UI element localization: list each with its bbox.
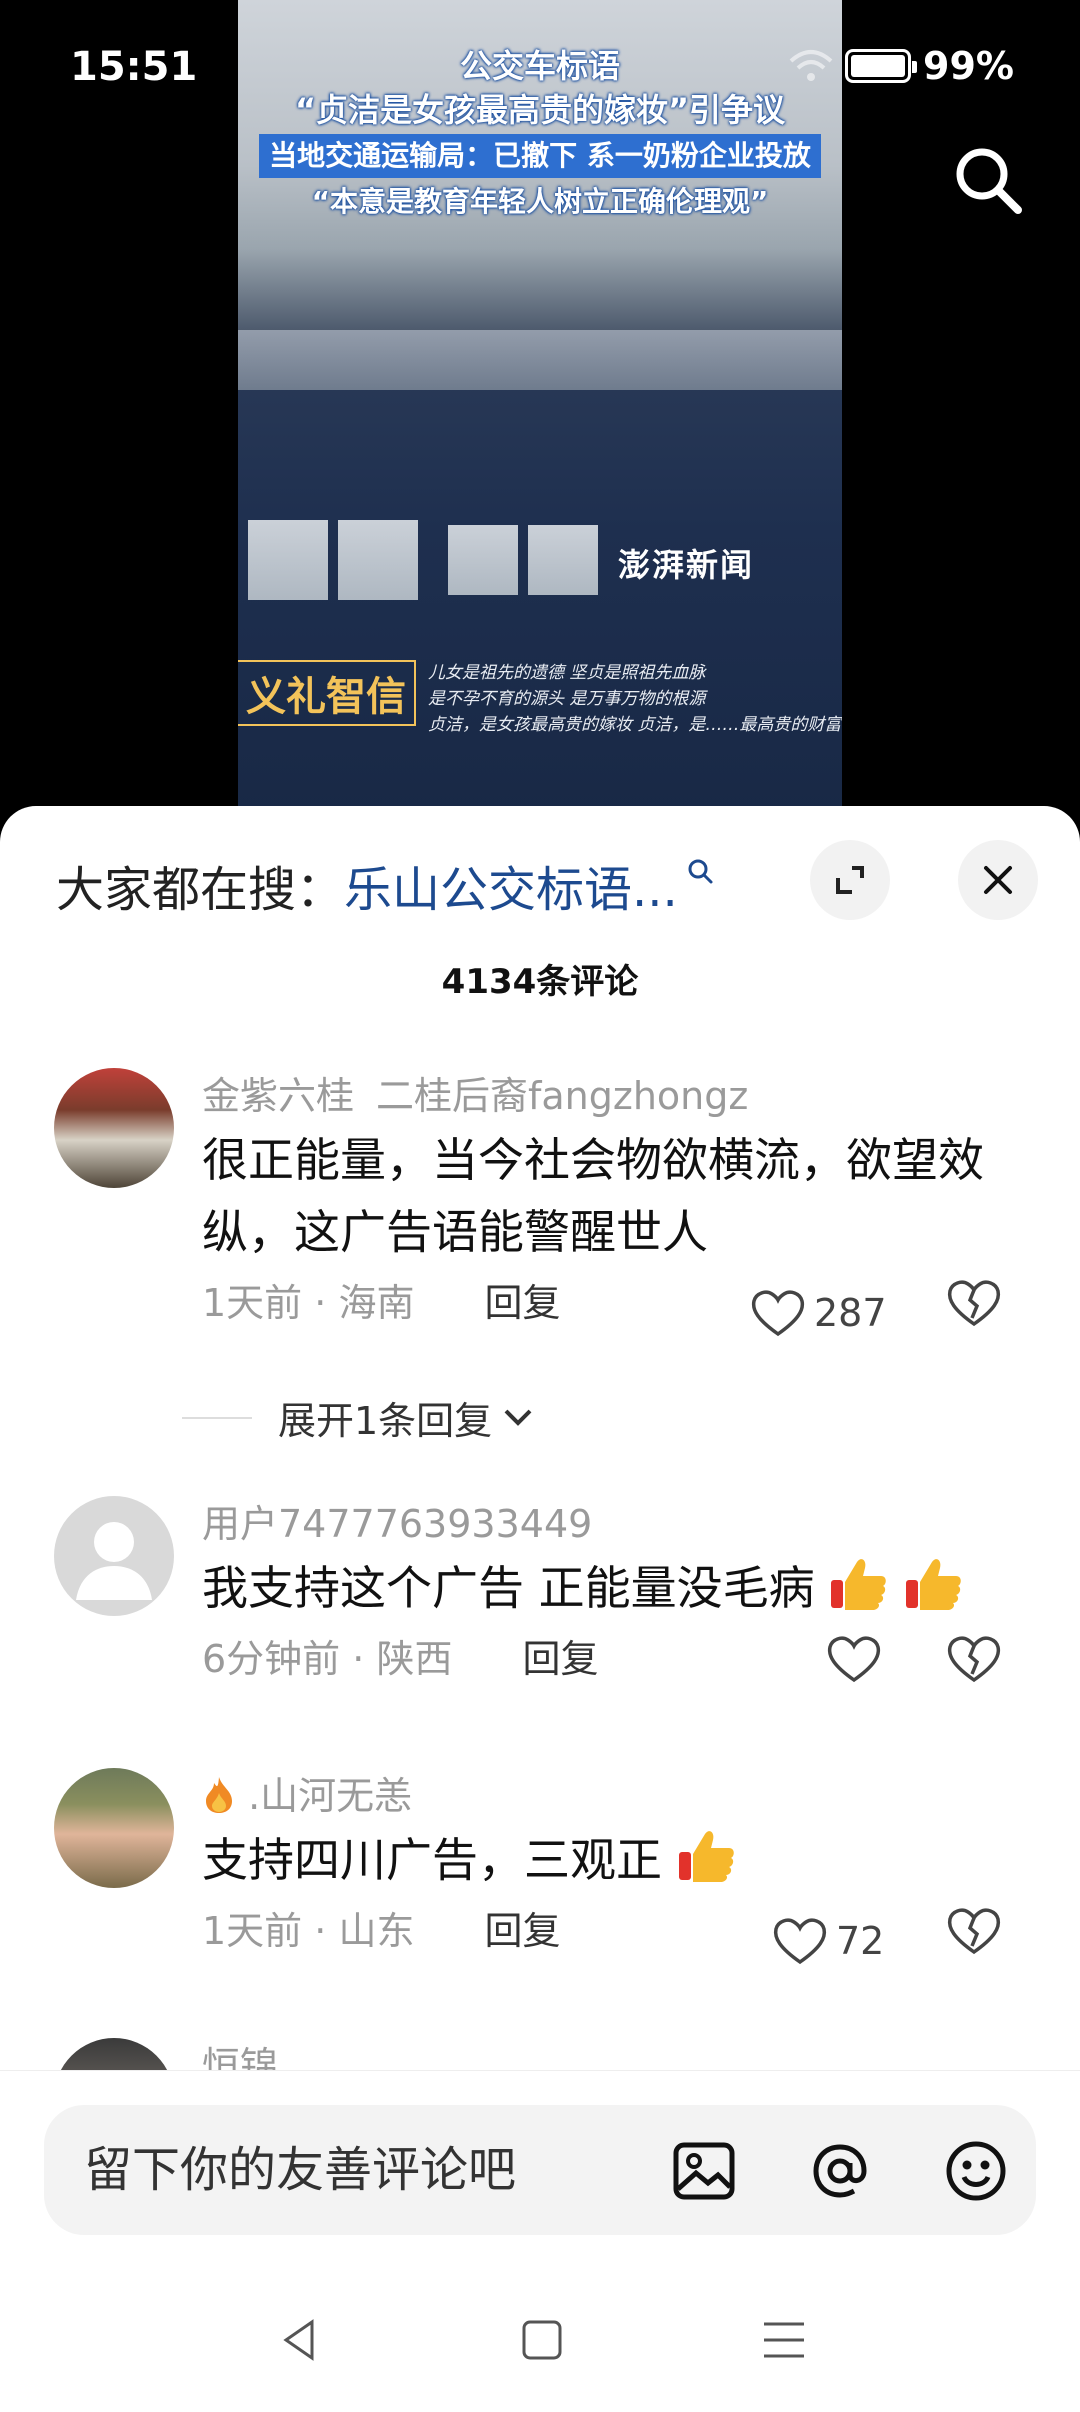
- comment-location: 陕西: [376, 1637, 453, 1681]
- like-button[interactable]: [826, 1634, 882, 1684]
- expand-replies-button[interactable]: 展开1条回复: [182, 1390, 538, 1445]
- video-headline: 公交车标语 “贞洁是女孩最高贵的嫁妆”引争议 当地交通运输局：已撤下 系一奶粉企…: [238, 44, 842, 224]
- wifi-icon: [789, 50, 833, 81]
- hot-search-bar[interactable]: 大家都在搜： 乐山公交标语...: [56, 850, 714, 920]
- comment-text-content: 支持四川广告，三观正: [202, 1833, 662, 1887]
- heart-icon: [751, 1290, 805, 1337]
- at-icon[interactable]: [804, 2135, 876, 2207]
- thumbs-up-emoji: [831, 1559, 887, 1610]
- comment-input-placeholder: 留下你的友善评论吧: [84, 2142, 517, 2198]
- avatar[interactable]: [54, 1768, 174, 1888]
- headline-line-1: 公交车标语: [459, 47, 620, 85]
- username[interactable]: .山河无恙: [248, 1774, 412, 1818]
- bus-poem: 儿女是祖先的遗德 坚贞是照祖先血脉 是不孕不育的源头 是万事万物的根源 贞洁，是…: [428, 660, 842, 738]
- like-count: 72: [836, 1919, 885, 1963]
- video-area[interactable]: 澎湃新闻 义礼智信 儿女是祖先的遗德 坚贞是照祖先血脉 是不孕不育的源头 是万事…: [0, 0, 1080, 830]
- comment-username[interactable]: .山河无恙: [202, 1768, 1040, 1824]
- comment-time: 1天前: [202, 1909, 303, 1953]
- headline-line-4: “本意是教育年轻人树立正确伦理观”: [311, 185, 769, 218]
- status-time: 15:51: [70, 44, 198, 90]
- bus-window: [448, 525, 518, 595]
- comment-time: 1天前: [202, 1281, 303, 1325]
- avatar[interactable]: [54, 1068, 174, 1188]
- home-square-icon[interactable]: [512, 2310, 572, 2370]
- broken-heart-icon[interactable]: [946, 1278, 1002, 1328]
- expand-replies-label: 展开1条回复: [278, 1399, 493, 1443]
- screen: 澎湃新闻 义礼智信 儿女是祖先的遗德 坚贞是照祖先血脉 是不孕不育的源头 是万事…: [0, 0, 1080, 2412]
- battery-percent: 99%: [923, 44, 1014, 88]
- thumbs-up-emoji: [678, 1831, 734, 1882]
- battery-icon: [845, 49, 918, 83]
- comment-username[interactable]: 用户7477763933449: [202, 1496, 1040, 1552]
- username-extra: 二桂后裔fangzhongz: [376, 1074, 749, 1118]
- thumbs-up-emoji: [905, 1559, 961, 1610]
- comment-username[interactable]: 金紫六桂 二桂后裔fangzhongz: [202, 1068, 1040, 1124]
- expand-icon: [836, 866, 864, 894]
- heart-icon: [827, 1636, 881, 1683]
- comment-body: 金紫六桂 二桂后裔fangzhongz 很正能量，当今社会物欲横流，欲望效纵，这广…: [202, 1068, 1040, 1338]
- comment-time: 6分钟前: [202, 1637, 341, 1681]
- bus-slogan: 义礼智信: [238, 660, 416, 726]
- broken-heart-icon[interactable]: [946, 1906, 1002, 1956]
- video-player[interactable]: 澎湃新闻 义礼智信 儿女是祖先的遗德 坚贞是照祖先血脉 是不孕不育的源头 是万事…: [238, 0, 842, 830]
- image-icon[interactable]: [668, 2135, 740, 2207]
- comment-body: .山河无恙 支持四川广告，三观正 1天前 · 山东 回复 72: [202, 1768, 1040, 1966]
- username[interactable]: 金紫六桂: [202, 1074, 354, 1118]
- emoji-icon[interactable]: [940, 2135, 1012, 2207]
- reply-button[interactable]: 回复: [485, 1909, 561, 1953]
- bus-image: 澎湃新闻 义礼智信 儿女是祖先的遗德 坚贞是照祖先血脉 是不孕不育的源头 是万事…: [238, 330, 842, 830]
- bus-roof: [238, 330, 842, 390]
- bus-window: [528, 525, 598, 595]
- status-right: 99%: [789, 44, 1014, 88]
- default-avatar-icon: [76, 1522, 152, 1600]
- comment-text: 我支持这个广告 正能量没毛病: [202, 1552, 1040, 1624]
- comment-body: 用户7477763933449 我支持这个广告 正能量没毛病 6分钟前 · 陕西: [202, 1496, 1040, 1694]
- comment-text-content: 我支持这个广告 正能量没毛病: [202, 1561, 815, 1615]
- close-button[interactable]: [958, 840, 1038, 920]
- search-icon[interactable]: [948, 140, 1028, 220]
- bus-window: [338, 520, 418, 600]
- avatar[interactable]: [54, 1496, 174, 1616]
- comment-input[interactable]: 留下你的友善评论吧: [44, 2105, 1036, 2235]
- headline-line-3: 当地交通运输局：已撤下 系一奶粉企业投放: [259, 134, 821, 178]
- comment-text: 支持四川广告，三观正: [202, 1824, 1040, 1896]
- chevron-down-icon: [504, 1409, 532, 1426]
- like-button[interactable]: 287: [750, 1278, 887, 1348]
- divider-line: [182, 1416, 252, 1419]
- reply-button[interactable]: 回复: [523, 1637, 599, 1681]
- fire-icon: [206, 1777, 232, 1813]
- close-icon: [984, 866, 1012, 894]
- hot-search-label: 大家都在搜：: [56, 862, 345, 918]
- username[interactable]: 用户7477763933449: [202, 1502, 592, 1546]
- broken-heart-icon[interactable]: [946, 1634, 1002, 1684]
- hot-search-term[interactable]: 乐山公交标语...: [344, 850, 678, 920]
- bus-poem-line: 是不孕不育的源头 是万事万物的根源: [428, 689, 706, 709]
- comment-meta: 6分钟前 · 陕西 回复: [202, 1624, 1040, 1694]
- comment-location: 海南: [338, 1281, 415, 1325]
- news-watermark: 澎湃新闻: [618, 546, 755, 584]
- bus-poem-line: 贞洁，是女孩最高贵的嫁妆 贞洁，是……最高贵的财富: [428, 715, 842, 735]
- like-button[interactable]: 72: [772, 1906, 884, 1976]
- comment-text: 很正能量，当今社会物欲横流，欲望效纵，这广告语能警醒世人: [202, 1133, 984, 1259]
- back-triangle-icon[interactable]: [270, 2310, 330, 2370]
- search-icon: [688, 859, 713, 884]
- system-nav-bar: [0, 2270, 1080, 2412]
- comment-count: 4134条评论: [441, 962, 639, 1002]
- bus-poem-line: 儿女是祖先的遗德 坚贞是照祖先血脉: [428, 663, 706, 683]
- like-count: 287: [814, 1291, 887, 1335]
- comment-meta: 1天前 · 山东 回复 72: [202, 1896, 1040, 1966]
- expand-button[interactable]: [810, 840, 890, 920]
- bus-window: [248, 520, 328, 600]
- heart-icon: [773, 1918, 827, 1965]
- comment-location: 山东: [338, 1909, 415, 1953]
- menu-lines-icon[interactable]: [754, 2310, 814, 2370]
- headline-line-2: “贞洁是女孩最高贵的嫁妆”引争议: [294, 91, 786, 129]
- reply-button[interactable]: 回复: [485, 1281, 561, 1325]
- comment-meta: 1天前 · 海南 回复 287: [202, 1268, 1040, 1338]
